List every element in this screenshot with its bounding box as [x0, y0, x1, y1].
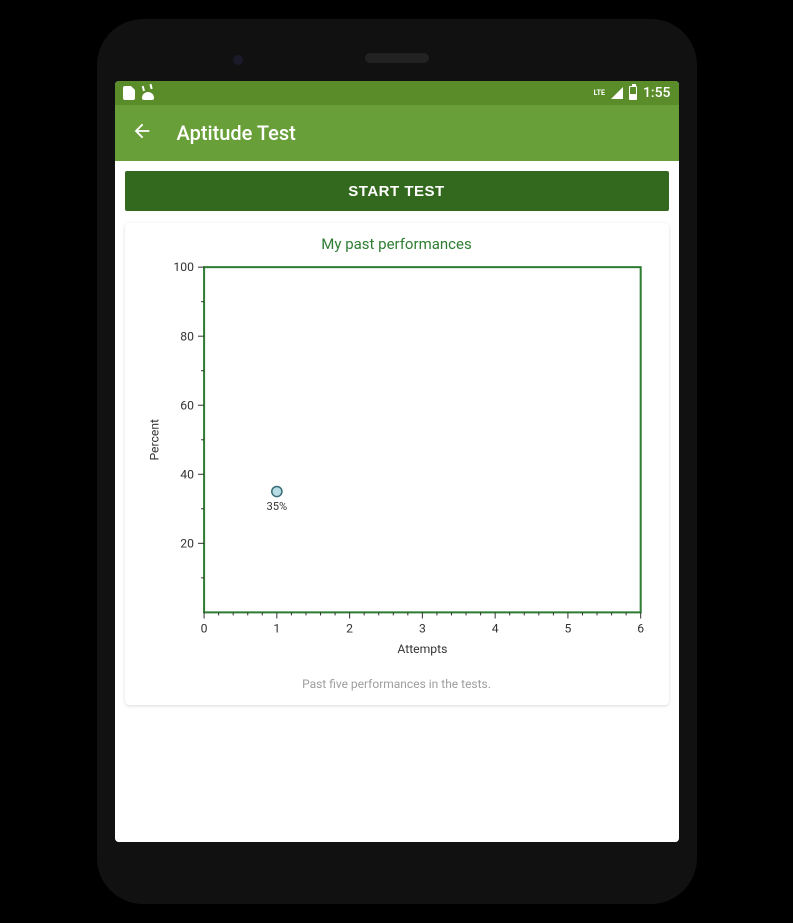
- chart-title: My past performances: [133, 235, 661, 253]
- sim-icon: [123, 86, 135, 100]
- svg-text:0: 0: [200, 622, 207, 636]
- status-bar: LTE 1:55: [115, 81, 679, 105]
- svg-text:Percent: Percent: [147, 419, 161, 461]
- svg-text:2: 2: [346, 622, 353, 636]
- clock: 1:55: [643, 85, 671, 101]
- camera-icon: [233, 55, 243, 65]
- svg-text:20: 20: [180, 536, 194, 550]
- svg-text:40: 40: [180, 467, 194, 481]
- svg-text:6: 6: [637, 622, 644, 636]
- signal-icon: [611, 87, 623, 99]
- chart-footnote: Past five performances in the tests.: [133, 677, 661, 691]
- svg-text:35%: 35%: [266, 500, 287, 513]
- back-arrow-icon[interactable]: [131, 120, 153, 146]
- battery-icon: [629, 86, 637, 100]
- device-frame: LTE 1:55 Aptitude Test START TEST My pas…: [97, 19, 697, 904]
- svg-text:4: 4: [491, 622, 498, 636]
- screen: LTE 1:55 Aptitude Test START TEST My pas…: [115, 81, 679, 842]
- performance-chart: 20 40 60 80 100 0 1 2 3 4 5 6 Attempts Percent 35%: [133, 257, 661, 667]
- svg-text:3: 3: [418, 622, 425, 636]
- svg-text:Attempts: Attempts: [397, 642, 447, 656]
- svg-text:80: 80: [180, 329, 194, 343]
- speaker-icon: [365, 53, 429, 63]
- page-title: Aptitude Test: [177, 121, 296, 145]
- android-icon: [141, 86, 155, 100]
- content: START TEST My past performances 20406080…: [115, 161, 679, 842]
- status-left: [123, 86, 155, 100]
- start-test-button[interactable]: START TEST: [125, 171, 669, 211]
- status-right: LTE 1:55: [594, 85, 671, 101]
- app-bar: Aptitude Test: [115, 105, 679, 161]
- network-label: LTE: [594, 90, 605, 97]
- svg-text:5: 5: [564, 622, 571, 636]
- svg-text:1: 1: [273, 622, 280, 636]
- svg-text:100: 100: [173, 260, 194, 274]
- svg-text:60: 60: [180, 398, 194, 412]
- performance-card: My past performances 20 40 60 80 100 0 1 2 3 4 5 6 A…: [125, 223, 669, 705]
